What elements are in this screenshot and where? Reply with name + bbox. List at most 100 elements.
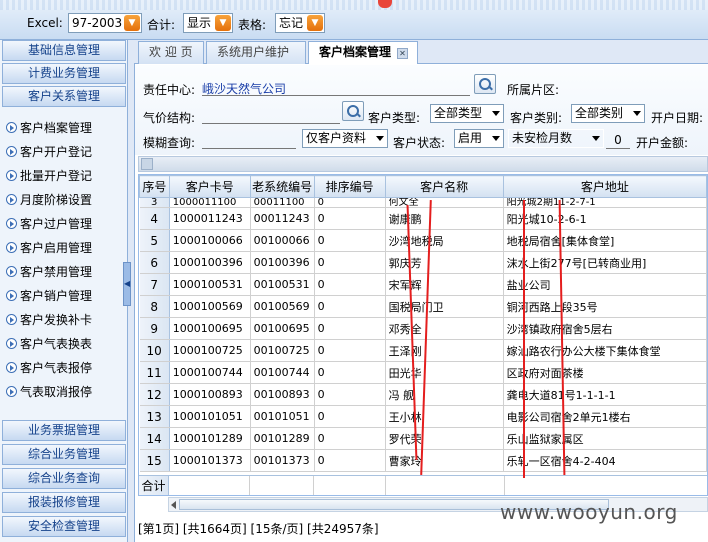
uninspected-months-input[interactable]: 0 [606, 133, 630, 149]
table-cell: 00100695 [250, 317, 315, 340]
customer-category-select[interactable]: 全部类别 [571, 104, 645, 123]
chevron-down-icon[interactable]: ▼ [124, 15, 140, 31]
sidebar-item[interactable]: 客户档案管理 [6, 118, 92, 138]
table-cell: 冯 舰 [385, 383, 504, 406]
chevron-down-icon[interactable]: ▼ [307, 15, 323, 31]
fuzzy-scope-select[interactable]: 仅客户资料 [302, 129, 388, 148]
table-cell: 00101289 [250, 427, 315, 450]
responsibility-center-label: 责任中心: [143, 83, 196, 97]
table-cell: 7 [139, 273, 170, 296]
arrow-bullet-icon [6, 314, 17, 325]
table-cell: 乐轧一区宿舍4-2-404 [503, 449, 707, 472]
chevron-down-icon[interactable]: ▼ [215, 15, 231, 31]
sidebar-btn-safety-check[interactable]: 安全检查管理 [2, 516, 126, 537]
sidebar-btn-billing[interactable]: 计费业务管理 [2, 63, 126, 84]
table-row[interactable]: 9 1000100695 00100695 0 邓秀全 沙湾镇政府宿舍5层右 [139, 317, 707, 340]
sidebar-item[interactable]: 客户禁用管理 [6, 262, 92, 282]
sum-cell [169, 476, 250, 495]
sidebar-btn-basic-info[interactable]: 基础信息管理 [2, 40, 126, 61]
arrow-bullet-icon [6, 122, 17, 133]
col-header[interactable]: 序号 [139, 175, 170, 198]
sidebar-item[interactable]: 气表取消报停 [6, 382, 92, 402]
col-header[interactable]: 客户地址 [502, 175, 707, 198]
uninspected-select[interactable]: 未安检月数 [508, 129, 604, 148]
sidebar-btn-general-business[interactable]: 综合业务管理 [2, 444, 126, 465]
table-cell: 00011243 [250, 207, 315, 230]
sidebar-btn-business-query[interactable]: 综合业务查询 [2, 468, 126, 489]
table-cell: 12 [139, 383, 170, 406]
table-row[interactable]: 10 1000100725 00100725 0 王泽刚 嫁汕路农行办公大楼下集体食堂 [139, 339, 707, 362]
grid-toolbar-button[interactable] [141, 158, 153, 170]
col-header[interactable]: 排序编号 [313, 175, 386, 198]
arrow-bullet-icon [6, 242, 17, 253]
responsibility-center-field[interactable]: 峨沙天然气公司 [202, 80, 470, 96]
table-cell: 8 [139, 295, 170, 318]
table-cell: 1000100066 [169, 229, 251, 252]
table-cell: 13 [139, 405, 170, 428]
table-row[interactable]: 15 1000101373 00101373 0 曹家玲 乐轧一区宿舍4-2-404 [139, 449, 707, 472]
table-cell: 14 [139, 427, 170, 450]
table-cell: 10 [139, 339, 170, 362]
col-header[interactable]: 客户卡号 [168, 175, 251, 198]
status-label: 客户状态: [393, 136, 446, 150]
gas-price-label: 气价结构: [143, 111, 196, 125]
customer-type-select[interactable]: 全部类型 [430, 104, 504, 123]
table-row[interactable]: 6 1000100396 00100396 0 郭庆芳 沫水上街277号[已转商业用] [139, 251, 707, 274]
table-row[interactable]: 8 1000100569 00100569 0 国税局门卫 铜河西路上段35号 [139, 295, 707, 318]
sidebar-item[interactable]: 客户气表报停 [6, 358, 92, 378]
tab-welcome[interactable]: 欢 迎 页 [138, 41, 204, 64]
chevron-down-icon [592, 136, 600, 141]
table-row[interactable]: 3 1000011100 00011100 0 何文全 阳光城2期11-2-7-1 [139, 197, 707, 208]
table-cell: 1000100893 [169, 383, 251, 406]
col-header[interactable]: 老系统编号 [249, 175, 315, 198]
grid-toolbar [138, 156, 708, 172]
table-cell: 曹家玲 [385, 449, 504, 472]
sidebar-item[interactable]: 月度阶梯设置 [6, 190, 92, 210]
table-cell: 5 [139, 229, 170, 252]
table-cell: 00100396 [250, 251, 315, 274]
table-cell: 国税局门卫 [385, 295, 504, 318]
sidebar-item[interactable]: 客户发换补卡 [6, 310, 92, 330]
sidebar-item[interactable]: 批量开户登记 [6, 166, 92, 186]
table-cell: 0 [314, 405, 386, 428]
table-cell: 沙湾镇政府宿舍5层右 [503, 317, 707, 340]
table-cell: 00100531 [250, 273, 315, 296]
table-cell: 王泽刚 [385, 339, 504, 362]
sum-row: 合计 [139, 475, 707, 495]
sidebar-collapse-handle[interactable]: ◀ [123, 262, 131, 306]
chevron-left-icon[interactable] [171, 501, 176, 509]
table-row[interactable]: 7 1000100531 00100531 0 宋军辉 盐业公司 [139, 273, 707, 296]
table-cell: 0 [314, 339, 386, 362]
total-select[interactable]: 显示 ▼ [183, 13, 233, 33]
table-cell: 1000011100 [169, 197, 251, 208]
close-icon[interactable]: ✕ [397, 48, 409, 59]
sidebar-item[interactable]: 客户过户管理 [6, 214, 92, 234]
table-cell: 1000100725 [169, 339, 251, 362]
sidebar-btn-receipts[interactable]: 业务票据管理 [2, 420, 126, 441]
table-cell: 阳光城10-2-6-1 [503, 207, 707, 230]
sidebar-item[interactable]: 客户开户登记 [6, 142, 92, 162]
table-cell: 田光华 [385, 361, 504, 384]
watermark: www.wooyun.org [500, 500, 678, 524]
fuzzy-query-input[interactable] [202, 133, 296, 149]
table-cell: 嫁汕路农行办公大楼下集体食堂 [503, 339, 707, 362]
table-row[interactable]: 4 1000011243 00011243 0 谢康鹏 阳光城10-2-6-1 [139, 207, 707, 230]
sidebar-item[interactable]: 客户销户管理 [6, 286, 92, 306]
excel-version-select[interactable]: 97-2003 ▼ [68, 13, 142, 33]
table-cell: 罗代荣 [385, 427, 504, 450]
table-cell: 地税局宿舍[集体食堂] [503, 229, 707, 252]
search-icon[interactable] [342, 101, 364, 121]
sidebar-btn-customer-relations[interactable]: 客户关系管理 [2, 86, 126, 107]
tab-system-users[interactable]: 系统用户维护✕ [206, 41, 306, 80]
sidebar-btn-install-repair[interactable]: 报装报修管理 [2, 492, 126, 513]
gas-price-field[interactable] [202, 108, 340, 124]
search-icon[interactable] [474, 74, 496, 94]
table-row[interactable]: 51000100066001000660沙湾地税局地税局宿舍[集体食堂] [139, 229, 707, 252]
table-select[interactable]: 忘记 ▼ [275, 13, 325, 33]
sidebar-item[interactable]: 客户启用管理 [6, 238, 92, 258]
tab-customer-records[interactable]: 客户档案管理 ✕ [308, 41, 418, 65]
col-header[interactable]: 客户名称 [384, 175, 504, 198]
table-cell: 1000100531 [169, 273, 251, 296]
sidebar-item[interactable]: 客户气表换表 [6, 334, 92, 354]
status-select[interactable]: 启用 [454, 129, 504, 148]
